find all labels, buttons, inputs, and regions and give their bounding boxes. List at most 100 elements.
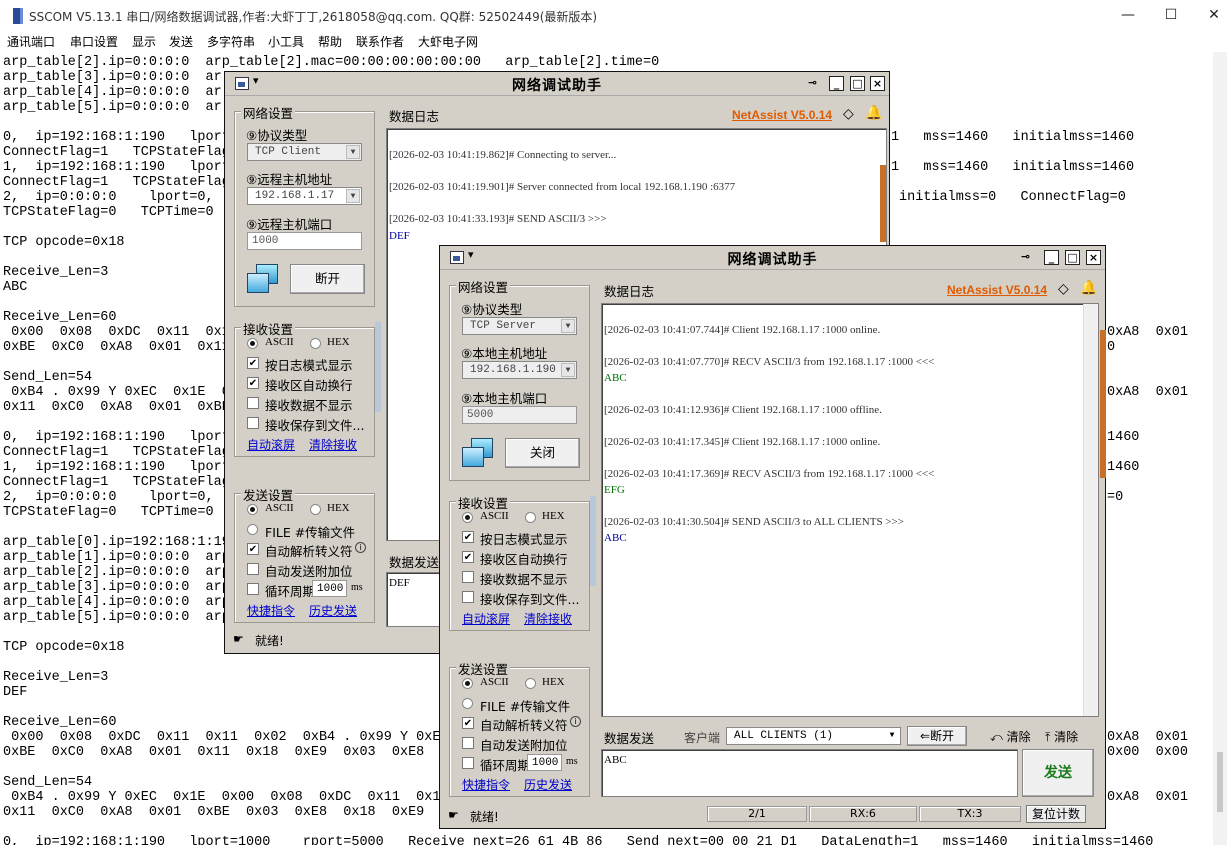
minimize-icon[interactable]: _ — [1044, 250, 1059, 265]
port-input[interactable]: 1000 — [247, 232, 362, 250]
server-send-input[interactable]: ABC — [601, 749, 1018, 797]
auto-scroll-link[interactable]: 自动滚屏 — [462, 610, 510, 627]
close-server-button[interactable]: 关闭 — [505, 438, 580, 468]
menu-item[interactable]: 帮助 — [318, 33, 342, 50]
port-label: ⑨远程主机端口 — [246, 217, 333, 232]
recv-hex-radio[interactable] — [525, 512, 536, 523]
checkbox[interactable] — [462, 591, 474, 603]
send-tab[interactable]: 数据发送 — [604, 728, 654, 747]
clear-send-button[interactable]: ⤺ 清除 — [990, 728, 1031, 745]
recv-hex-radio[interactable] — [310, 338, 321, 349]
pin-icon[interactable]: ⊸ — [805, 76, 820, 91]
send-tab[interactable]: 数据发送 — [389, 552, 439, 571]
history-send-link[interactable]: 历史发送 — [524, 776, 572, 793]
scroll-thumb[interactable] — [1217, 752, 1223, 812]
checkbox[interactable]: ✔ — [247, 357, 259, 369]
log-line: DEF — [389, 230, 410, 242]
checkbox[interactable]: ✔ — [247, 543, 259, 555]
panel-toggle-handle[interactable] — [590, 496, 596, 586]
brand-link[interactable]: NetAssist V5.0.14 — [947, 283, 1047, 297]
disconnect-client-button[interactable]: ⇐断开 — [907, 726, 967, 746]
quick-cmd-link[interactable]: 快捷指令 — [462, 776, 510, 793]
menu-item[interactable]: 小工具 — [268, 33, 304, 50]
period-input[interactable]: 1000 — [527, 754, 562, 771]
checkbox[interactable] — [247, 397, 259, 409]
host-select[interactable]: 192.168.1.190 ▼ — [462, 361, 577, 379]
disconnect-button[interactable]: 断开 — [290, 264, 365, 294]
checkbox[interactable] — [462, 757, 474, 769]
maximize-icon[interactable]: □ — [1065, 250, 1080, 265]
scroll-marker — [1100, 330, 1106, 478]
bell-icon[interactable]: 🔔 — [1080, 280, 1097, 296]
history-send-link[interactable]: 历史发送 — [309, 602, 357, 619]
menu-item[interactable]: 串口设置 — [70, 33, 118, 50]
chevron-down-icon[interactable]: ▼ — [346, 145, 360, 159]
server-log-scrollbar[interactable] — [1083, 304, 1098, 716]
menu-item[interactable]: 发送 — [169, 33, 193, 50]
checkbox[interactable] — [247, 583, 259, 595]
sscom-scrollbar[interactable] — [1213, 52, 1227, 845]
close-icon[interactable]: × — [870, 76, 885, 91]
brand-link[interactable]: NetAssist V5.0.14 — [732, 108, 832, 122]
close-icon[interactable]: × — [1086, 250, 1101, 265]
send-hex-radio[interactable] — [310, 504, 321, 515]
port-input[interactable]: 5000 — [462, 406, 577, 424]
menu-item[interactable]: 显示 — [132, 33, 156, 50]
clear-recv-link[interactable]: 清除接收 — [309, 436, 357, 453]
log-tab[interactable]: 数据日志 — [604, 281, 654, 300]
chevron-down-icon[interactable]: ▼ — [346, 189, 360, 203]
chevron-down-icon[interactable]: ▼ — [561, 363, 575, 377]
log-tab[interactable]: 数据日志 — [389, 106, 439, 125]
checkbox-label: 自动解析转义符 — [480, 718, 568, 733]
clear-all-button[interactable]: ⤒ 清除 — [1045, 728, 1078, 745]
host-select[interactable]: 192.168.1.17 ▼ — [247, 187, 362, 205]
checkbox[interactable]: ✔ — [462, 717, 474, 729]
status-icon: ☛ — [233, 632, 244, 646]
auto-scroll-link[interactable]: 自动滚屏 — [247, 436, 295, 453]
server-log-pane[interactable]: [2026-02-03 10:41:07.744]# Client 192.16… — [601, 303, 1099, 717]
chevron-down-icon[interactable]: ▼ — [885, 729, 899, 743]
close-icon[interactable]: ✕ — [1205, 6, 1223, 24]
diamond-icon[interactable]: ◇ — [1058, 281, 1069, 297]
send-button[interactable]: 发送 — [1022, 749, 1094, 797]
network-icon — [247, 264, 279, 294]
checkbox[interactable]: ✔ — [462, 551, 474, 563]
panel-toggle-handle[interactable] — [375, 322, 381, 412]
menu-item[interactable]: 多字符串 — [207, 33, 255, 50]
period-input[interactable]: 1000 — [312, 580, 347, 597]
send-ascii-radio[interactable] — [462, 678, 473, 689]
net-settings-group: 网络设置 ⑨协议类型 TCP Client ▼ ⑨远程主机地址 192.168.1… — [234, 103, 375, 307]
protocol-select[interactable]: TCP Client ▼ — [247, 143, 362, 161]
chevron-down-icon[interactable]: ▼ — [561, 319, 575, 333]
checkbox[interactable] — [462, 737, 474, 749]
minimize-icon[interactable]: _ — [829, 76, 844, 91]
send-file-radio[interactable] — [462, 698, 473, 709]
recv-ascii-radio[interactable] — [462, 512, 473, 523]
checkbox[interactable]: ✔ — [247, 377, 259, 389]
checkbox[interactable] — [247, 417, 259, 429]
recv-ascii-radio[interactable] — [247, 338, 258, 349]
menu-item[interactable]: 联系作者 — [356, 33, 404, 50]
send-hex-radio[interactable] — [525, 678, 536, 689]
protocol-select[interactable]: TCP Server ▼ — [462, 317, 577, 335]
bell-icon[interactable]: 🔔 — [865, 105, 882, 121]
pin-icon[interactable]: ⊸ — [1018, 250, 1033, 265]
send-ascii-radio[interactable] — [247, 504, 258, 515]
info-icon[interactable]: i — [355, 542, 366, 553]
info-icon[interactable]: i — [570, 716, 581, 727]
clear-recv-link[interactable]: 清除接收 — [524, 610, 572, 627]
diamond-icon[interactable]: ◇ — [843, 106, 854, 122]
checkbox[interactable] — [462, 571, 474, 583]
checkbox[interactable] — [247, 563, 259, 575]
maximize-icon[interactable]: ☐ — [1162, 6, 1180, 24]
menu-item[interactable]: 通讯端口 — [7, 33, 55, 50]
reset-count-button[interactable]: 复位计数 — [1026, 805, 1086, 823]
maximize-icon[interactable]: □ — [850, 76, 865, 91]
send-file-radio[interactable] — [247, 524, 258, 535]
client-select[interactable]: ALL CLIENTS (1) ▼ — [726, 727, 901, 745]
menu-item[interactable]: 大虾电子网 — [418, 33, 478, 50]
terminal-line-fragment: initialmss=0 ConnectFlag=0 — [899, 190, 1126, 205]
quick-cmd-link[interactable]: 快捷指令 — [247, 602, 295, 619]
checkbox[interactable]: ✔ — [462, 531, 474, 543]
minimize-icon[interactable]: — — [1119, 6, 1137, 24]
